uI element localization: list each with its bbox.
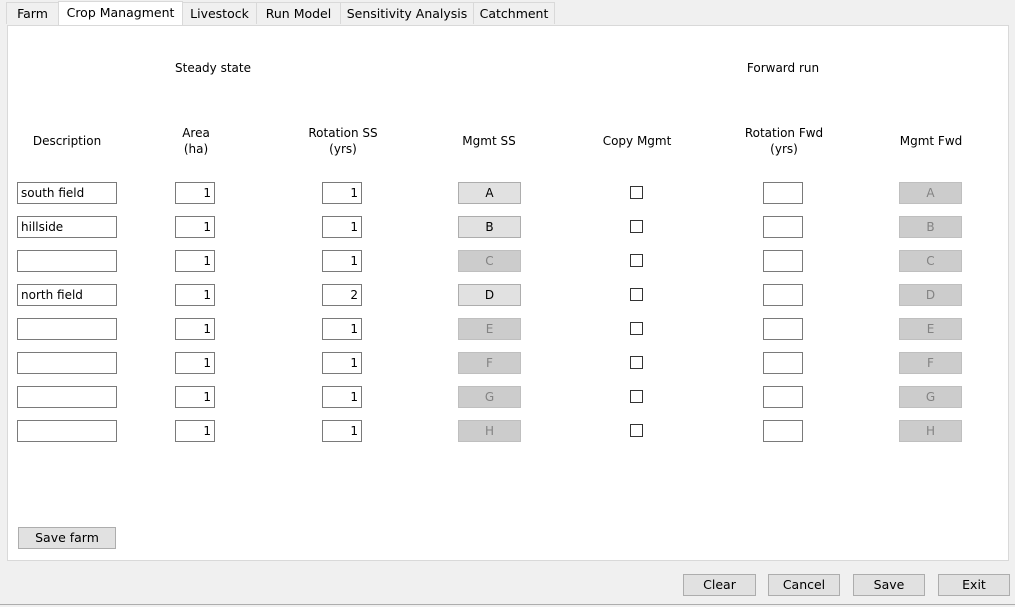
crop-management-panel: Steady state Forward run Description Are… xyxy=(7,25,1009,561)
description-input[interactable] xyxy=(17,216,117,238)
mgmt-ss-button[interactable]: H xyxy=(458,420,521,442)
copy-mgmt-header: Copy Mgmt xyxy=(602,134,672,148)
rotation-ss-header: Rotation SS (yrs) xyxy=(293,125,393,157)
description-input[interactable] xyxy=(17,284,117,306)
tab-run-model[interactable]: Run Model xyxy=(256,2,341,24)
rotation-ss-header-line1: Rotation SS xyxy=(308,126,378,140)
rotation-fwd-input[interactable] xyxy=(763,420,803,442)
rotation-ss-input[interactable] xyxy=(322,284,362,306)
area-header-line1: Area xyxy=(182,126,210,140)
rotation-fwd-input[interactable] xyxy=(763,352,803,374)
tab-farm[interactable]: Farm xyxy=(6,2,59,24)
description-input[interactable] xyxy=(17,386,117,408)
forward-run-heading: Forward run xyxy=(746,61,820,75)
mgmt-fwd-button[interactable]: G xyxy=(899,386,962,408)
rotation-fwd-header-line1: Rotation Fwd xyxy=(744,126,824,140)
mgmt-fwd-button[interactable]: F xyxy=(899,352,962,374)
copy-mgmt-checkbox[interactable] xyxy=(630,254,643,267)
mgmt-ss-button[interactable]: F xyxy=(458,352,521,374)
exit-button[interactable]: Exit xyxy=(938,574,1010,596)
tab-sensitivity-analysis[interactable]: Sensitivity Analysis xyxy=(340,2,474,24)
description-input[interactable] xyxy=(17,318,117,340)
copy-mgmt-checkbox[interactable] xyxy=(630,220,643,233)
rotation-ss-input[interactable] xyxy=(322,420,362,442)
copy-mgmt-checkbox[interactable] xyxy=(630,424,643,437)
mgmt-fwd-header: Mgmt Fwd xyxy=(899,134,963,148)
mgmt-ss-button[interactable]: E xyxy=(458,318,521,340)
save-farm-button[interactable]: Save farm xyxy=(18,527,116,549)
area-header-line2: (ha) xyxy=(183,142,209,156)
mgmt-fwd-button[interactable]: A xyxy=(899,182,962,204)
mgmt-ss-button[interactable]: D xyxy=(458,284,521,306)
rotation-fwd-input[interactable] xyxy=(763,284,803,306)
steady-state-heading: Steady state xyxy=(175,61,251,75)
copy-mgmt-checkbox[interactable] xyxy=(630,186,643,199)
area-input[interactable] xyxy=(175,182,215,204)
mgmt-fwd-button[interactable]: D xyxy=(899,284,962,306)
area-header: Area (ha) xyxy=(156,125,236,157)
description-header: Description xyxy=(32,134,102,148)
rotation-fwd-input[interactable] xyxy=(763,182,803,204)
rotation-fwd-header: Rotation Fwd (yrs) xyxy=(729,125,839,157)
description-input[interactable] xyxy=(17,250,117,272)
mgmt-fwd-button[interactable]: B xyxy=(899,216,962,238)
copy-mgmt-checkbox[interactable] xyxy=(630,390,643,403)
rotation-fwd-input[interactable] xyxy=(763,216,803,238)
area-input[interactable] xyxy=(175,352,215,374)
area-input[interactable] xyxy=(175,216,215,238)
tab-livestock[interactable]: Livestock xyxy=(182,2,257,24)
rotation-ss-input[interactable] xyxy=(322,216,362,238)
mgmt-ss-button[interactable]: C xyxy=(458,250,521,272)
mgmt-fwd-button[interactable]: H xyxy=(899,420,962,442)
area-input[interactable] xyxy=(175,318,215,340)
rotation-ss-header-line2: (yrs) xyxy=(329,142,357,156)
tab-crop-managment[interactable]: Crop Managment xyxy=(58,1,183,25)
tab-catchment[interactable]: Catchment xyxy=(473,2,555,24)
copy-mgmt-checkbox[interactable] xyxy=(630,288,643,301)
save-button[interactable]: Save xyxy=(853,574,925,596)
rotation-fwd-input[interactable] xyxy=(763,250,803,272)
cancel-button[interactable]: Cancel xyxy=(768,574,840,596)
rotation-ss-input[interactable] xyxy=(322,352,362,374)
mgmt-ss-button[interactable]: A xyxy=(458,182,521,204)
mgmt-ss-button[interactable]: G xyxy=(458,386,521,408)
mgmt-ss-header: Mgmt SS xyxy=(462,134,516,148)
rotation-ss-input[interactable] xyxy=(322,250,362,272)
rotation-fwd-input[interactable] xyxy=(763,386,803,408)
bottom-divider xyxy=(0,604,1015,605)
copy-mgmt-checkbox[interactable] xyxy=(630,356,643,369)
mgmt-ss-button[interactable]: B xyxy=(458,216,521,238)
rotation-fwd-header-line2: (yrs) xyxy=(770,142,798,156)
area-input[interactable] xyxy=(175,420,215,442)
description-input[interactable] xyxy=(17,352,117,374)
area-input[interactable] xyxy=(175,250,215,272)
area-input[interactable] xyxy=(175,284,215,306)
rotation-ss-input[interactable] xyxy=(322,386,362,408)
description-input[interactable] xyxy=(17,420,117,442)
mgmt-fwd-button[interactable]: C xyxy=(899,250,962,272)
mgmt-fwd-button[interactable]: E xyxy=(899,318,962,340)
clear-button[interactable]: Clear xyxy=(683,574,756,596)
description-input[interactable] xyxy=(17,182,117,204)
rotation-ss-input[interactable] xyxy=(322,182,362,204)
rotation-ss-input[interactable] xyxy=(322,318,362,340)
rotation-fwd-input[interactable] xyxy=(763,318,803,340)
copy-mgmt-checkbox[interactable] xyxy=(630,322,643,335)
area-input[interactable] xyxy=(175,386,215,408)
